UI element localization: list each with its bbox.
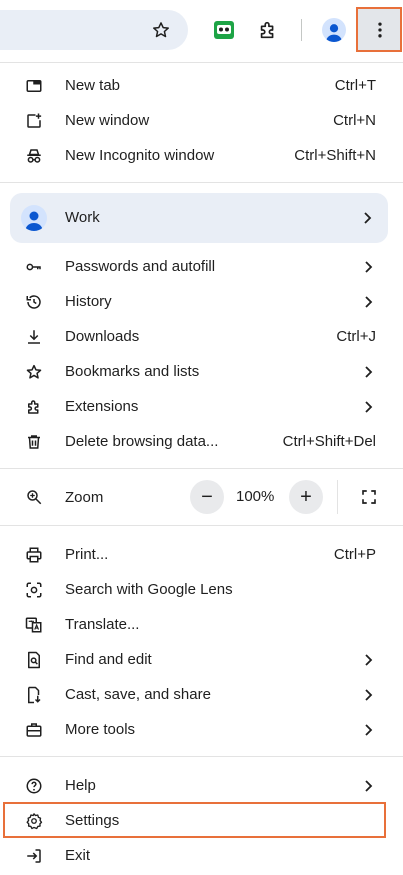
- star-icon[interactable]: [145, 14, 177, 46]
- menu-label: Zoom: [65, 489, 104, 506]
- settings-highlight: [3, 802, 386, 838]
- menu-label: Search with Google Lens: [65, 581, 233, 598]
- chrome-main-menu: New tab Ctrl+T New window Ctrl+N New Inc…: [0, 62, 403, 875]
- menu-divider: [0, 182, 403, 183]
- menu-item-delete-browsing-data[interactable]: Delete browsing data... Ctrl+Shift+Del: [0, 424, 403, 459]
- chevron-right-icon: [361, 723, 375, 737]
- history-icon: [24, 292, 44, 312]
- puzzle-icon: [24, 397, 44, 417]
- menu-label: Downloads: [65, 328, 140, 345]
- menu-item-help[interactable]: Help: [0, 768, 403, 803]
- shortcut-label: Ctrl+Shift+N: [294, 147, 376, 164]
- three-dot-menu-icon[interactable]: [364, 14, 396, 46]
- exit-icon: [24, 846, 44, 866]
- printer-icon: [24, 545, 44, 565]
- chevron-right-icon: [361, 653, 375, 667]
- save-page-icon: [24, 685, 44, 705]
- menu-item-passwords[interactable]: Passwords and autofill: [0, 249, 403, 284]
- chevron-right-icon: [361, 260, 375, 274]
- robot-extension-icon[interactable]: [208, 14, 240, 46]
- menu-label: Find and edit: [65, 651, 152, 668]
- menu-label: Extensions: [65, 398, 139, 415]
- zoom-icon: [24, 487, 44, 507]
- incognito-icon: [24, 146, 44, 166]
- menu-item-bookmarks[interactable]: Bookmarks and lists: [0, 354, 403, 389]
- new-tab-icon: [24, 76, 44, 96]
- profile-avatar-icon: [21, 205, 47, 231]
- menu-label: Print...: [65, 546, 109, 563]
- menu-item-new-window[interactable]: New window Ctrl+N: [0, 103, 403, 138]
- translate-icon: [24, 615, 44, 635]
- shortcut-label: Ctrl+P: [333, 546, 376, 563]
- menu-item-history[interactable]: History: [0, 284, 403, 319]
- menu-label: Exit: [65, 847, 91, 864]
- menu-label: Help: [65, 777, 96, 794]
- menu-label: Passwords and autofill: [65, 258, 216, 275]
- menu-label: New window: [65, 112, 150, 129]
- google-lens-icon: [24, 580, 44, 600]
- toolbox-icon: [24, 720, 44, 740]
- menu-label: Translate...: [65, 616, 140, 633]
- zoom-level: 100%: [236, 488, 275, 505]
- menu-label: Bookmarks and lists: [65, 363, 200, 380]
- menu-label: Cast, save, and share: [65, 686, 211, 703]
- menu-divider: [0, 756, 403, 757]
- chevron-right-icon: [361, 400, 375, 414]
- chevron-right-icon: [360, 211, 374, 225]
- profile-name: Work: [65, 209, 100, 226]
- menu-label: New Incognito window: [65, 147, 215, 164]
- menu-item-profile[interactable]: Work: [10, 193, 388, 243]
- menu-label: New tab: [65, 77, 121, 94]
- chevron-right-icon: [361, 779, 375, 793]
- zoom-in-button[interactable]: +: [289, 480, 323, 514]
- menu-item-more-tools[interactable]: More tools: [0, 712, 403, 747]
- browser-toolbar: [0, 0, 403, 62]
- menu-item-extensions[interactable]: Extensions: [0, 389, 403, 424]
- zoom-separator: [337, 480, 338, 514]
- menu-label: More tools: [65, 721, 136, 738]
- puzzle-icon[interactable]: [252, 14, 284, 46]
- chevron-right-icon: [361, 295, 375, 309]
- star-icon: [24, 362, 44, 382]
- help-icon: [24, 776, 44, 796]
- fullscreen-icon[interactable]: [352, 480, 386, 514]
- shortcut-label: Ctrl+Shift+Del: [282, 433, 376, 450]
- shortcut-label: Ctrl+J: [336, 328, 376, 345]
- menu-item-print[interactable]: Print... Ctrl+P: [0, 537, 403, 572]
- menu-label: History: [65, 293, 112, 310]
- menu-divider: [0, 468, 403, 469]
- menu-divider: [0, 525, 403, 526]
- profile-avatar-icon[interactable]: [318, 14, 350, 46]
- zoom-out-button[interactable]: −: [190, 480, 224, 514]
- menu-item-new-tab[interactable]: New tab Ctrl+T: [0, 68, 403, 103]
- trash-icon: [24, 432, 44, 452]
- menu-label: Delete browsing data...: [65, 433, 219, 450]
- menu-item-exit[interactable]: Exit: [0, 838, 403, 873]
- menu-item-google-lens[interactable]: Search with Google Lens: [0, 572, 403, 607]
- menu-item-zoom: Zoom − 100% +: [0, 476, 403, 518]
- menu-item-translate[interactable]: Translate...: [0, 607, 403, 642]
- key-icon: [24, 257, 44, 277]
- chevron-right-icon: [361, 365, 375, 379]
- menu-item-cast-save-share[interactable]: Cast, save, and share: [0, 677, 403, 712]
- download-icon: [24, 327, 44, 347]
- shortcut-label: Ctrl+T: [334, 77, 376, 94]
- menu-item-new-incognito[interactable]: New Incognito window Ctrl+Shift+N: [0, 138, 403, 173]
- find-page-icon: [24, 650, 44, 670]
- shortcut-label: Ctrl+N: [333, 112, 376, 129]
- chevron-right-icon: [361, 688, 375, 702]
- menu-item-find-edit[interactable]: Find and edit: [0, 642, 403, 677]
- new-window-icon: [24, 111, 44, 131]
- toolbar-separator: [301, 19, 302, 41]
- menu-item-downloads[interactable]: Downloads Ctrl+J: [0, 319, 403, 354]
